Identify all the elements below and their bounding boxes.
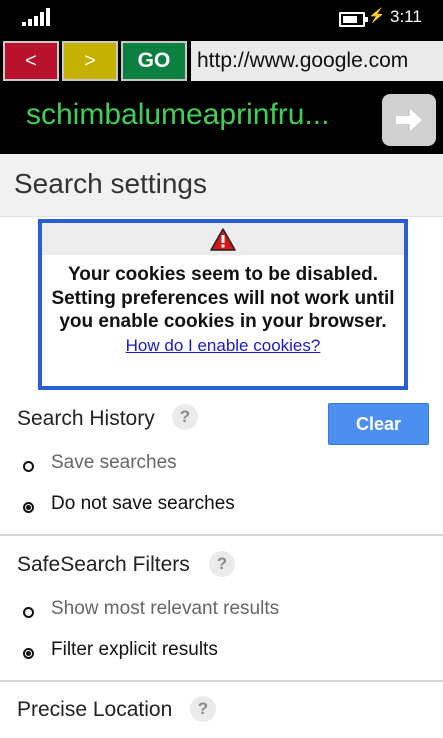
status-bar: ⚡ 3:11 [0,0,443,38]
search-row: schimbalumeaprinfru... [0,86,443,154]
cookie-warning-message: Your cookies seem to be disabled. Settin… [51,264,395,332]
address-bar[interactable]: http://www.google.com [191,41,443,81]
precise-location-title: Precise Location [17,698,173,721]
charging-icon: ⚡ [368,7,386,23]
show-relevant-results-radio[interactable] [23,607,34,618]
search-history-help-icon[interactable]: ? [172,404,198,430]
safesearch-title: SafeSearch Filters [17,553,190,576]
go-button[interactable]: GO [121,41,187,81]
back-button[interactable]: < [3,41,59,81]
enable-cookies-link[interactable]: How do I enable cookies? [126,336,321,356]
clock: 3:11 [390,7,422,26]
show-relevant-results-label[interactable]: Show most relevant results [51,598,279,620]
do-not-save-searches-label[interactable]: Do not save searches [51,493,235,515]
navigation-bar: < > GO http://www.google.com [0,38,443,86]
filter-explicit-results-radio[interactable] [23,648,34,659]
clear-history-button[interactable]: Clear [328,403,429,445]
battery-icon [339,12,368,27]
do-not-save-searches-radio[interactable] [23,502,34,513]
arrow-right-icon [396,109,422,131]
search-history-title: Search History [17,407,155,430]
cookie-warning-box: Your cookies seem to be disabled. Settin… [38,219,408,390]
page-header: Search settings [0,154,443,217]
divider [0,534,443,536]
precise-location-help-icon[interactable]: ? [190,696,216,722]
warning-icon [210,228,236,251]
signal-icon [22,8,50,26]
save-searches-radio[interactable] [23,461,34,472]
page-title: Search settings [14,168,207,199]
search-submit-button[interactable] [382,94,436,146]
save-searches-label[interactable]: Save searches [51,452,177,474]
divider [0,680,443,682]
search-query-field[interactable]: schimbalumeaprinfru... [26,98,371,132]
warning-header [42,223,404,255]
forward-button[interactable]: > [62,41,118,81]
filter-explicit-results-label[interactable]: Filter explicit results [51,639,218,661]
safesearch-help-icon[interactable]: ? [209,551,235,577]
